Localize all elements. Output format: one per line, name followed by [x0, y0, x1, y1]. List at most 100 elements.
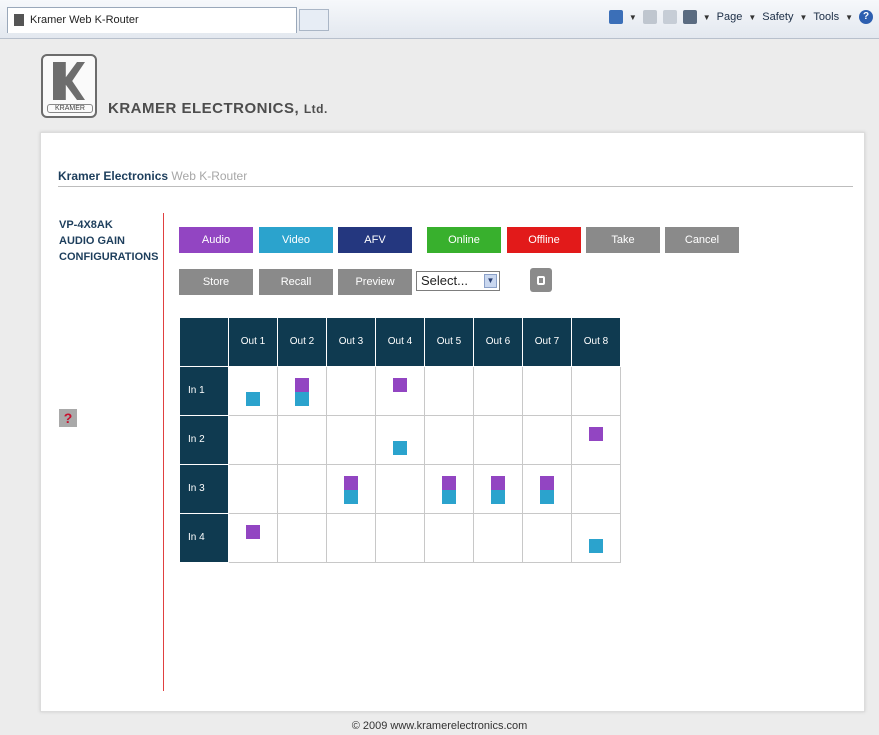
matrix-in-header: In 2: [179, 415, 229, 465]
matrix-cell[interactable]: [473, 464, 523, 514]
preset-select[interactable]: Select... ▼: [416, 271, 500, 291]
new-tab-button[interactable]: [299, 9, 329, 31]
matrix-cell[interactable]: [522, 513, 572, 563]
company-title: KRAMER ELECTRONICS,: [108, 100, 300, 117]
matrix-cell[interactable]: [424, 415, 474, 465]
print-icon[interactable]: [682, 10, 697, 24]
matrix-cell[interactable]: [473, 415, 523, 465]
breadcrumb-divider: [58, 186, 853, 187]
matrix-cell[interactable]: [571, 464, 621, 514]
video-route-marker: [344, 490, 358, 504]
chevron-down-icon[interactable]: ▼: [484, 274, 497, 288]
matrix-cell[interactable]: [277, 513, 327, 563]
audio-route-marker: [540, 476, 554, 490]
matrix-out-header: Out 7: [522, 317, 572, 367]
matrix-cell[interactable]: [375, 513, 425, 563]
matrix-cell[interactable]: [424, 513, 474, 563]
footer-copyright: © 2009 www.kramerelectronics.com: [351, 720, 528, 732]
audio-route-marker: [344, 476, 358, 490]
video-route-marker: [295, 392, 309, 406]
matrix-cell[interactable]: [571, 366, 621, 416]
help-icon[interactable]: ?: [859, 10, 873, 24]
matrix-cell[interactable]: [473, 513, 523, 563]
matrix-cell[interactable]: [522, 415, 572, 465]
matrix-cell[interactable]: [326, 415, 376, 465]
video-route-marker: [246, 392, 260, 406]
matrix-cell[interactable]: [375, 464, 425, 514]
matrix-out-header: Out 4: [375, 317, 425, 367]
kramer-favicon-icon: [14, 14, 24, 26]
feed-icon[interactable]: [642, 10, 657, 24]
sidebar: VP-4X8AK AUDIO GAIN CONFIGURATIONS: [59, 217, 158, 265]
chevron-down-icon[interactable]: ▼: [629, 13, 637, 22]
matrix-cell[interactable]: [277, 464, 327, 514]
matrix-in-header: In 3: [179, 464, 229, 514]
chevron-down-icon[interactable]: ▼: [703, 13, 711, 22]
matrix-in-header: In 4: [179, 513, 229, 563]
matrix-cell[interactable]: [326, 366, 376, 416]
routing-matrix: Out 1 Out 2 Out 3 Out 4 Out 5 Out 6 Out …: [179, 317, 621, 563]
online-button[interactable]: Online: [427, 227, 501, 253]
breadcrumb-primary: Kramer Electronics: [58, 169, 169, 183]
afv-button[interactable]: AFV: [338, 227, 412, 253]
tools-menu[interactable]: Tools: [813, 11, 839, 23]
logo-text: KRAMER: [47, 104, 93, 113]
safety-menu[interactable]: Safety: [762, 11, 793, 23]
preview-button[interactable]: Preview: [338, 269, 412, 295]
matrix-cell[interactable]: [326, 464, 376, 514]
matrix-cell[interactable]: [228, 513, 278, 563]
recall-button[interactable]: Recall: [259, 269, 333, 295]
video-route-marker: [491, 490, 505, 504]
matrix-out-header: Out 2: [277, 317, 327, 367]
matrix-cell[interactable]: [571, 415, 621, 465]
chevron-down-icon[interactable]: ▼: [845, 13, 853, 22]
matrix-cell[interactable]: [228, 415, 278, 465]
tab-title: Kramer Web K-Router: [30, 14, 139, 26]
sidebar-divider: [163, 213, 164, 691]
chevron-down-icon[interactable]: ▼: [799, 13, 807, 22]
matrix-cell[interactable]: [228, 464, 278, 514]
audio-route-marker: [442, 476, 456, 490]
matrix-cell[interactable]: [571, 513, 621, 563]
audio-route-marker: [393, 378, 407, 392]
logo-k-icon: [53, 62, 85, 100]
matrix-cell[interactable]: [522, 464, 572, 514]
breadcrumb: Kramer Electronics Web K-Router: [58, 169, 247, 183]
help-button[interactable]: ?: [59, 409, 77, 427]
home-icon[interactable]: [608, 10, 623, 24]
sidebar-item-audio-gain[interactable]: AUDIO GAIN: [59, 233, 158, 249]
matrix-cell[interactable]: [375, 415, 425, 465]
offline-button[interactable]: Offline: [507, 227, 581, 253]
lock-icon[interactable]: [530, 268, 552, 292]
matrix-out-header: Out 8: [571, 317, 621, 367]
matrix-cell[interactable]: [424, 366, 474, 416]
matrix-cell[interactable]: [522, 366, 572, 416]
preset-select-value: Select...: [421, 273, 468, 288]
store-button[interactable]: Store: [179, 269, 253, 295]
chevron-down-icon[interactable]: ▼: [748, 13, 756, 22]
matrix-cell[interactable]: [228, 366, 278, 416]
video-button[interactable]: Video: [259, 227, 333, 253]
audio-route-marker: [491, 476, 505, 490]
matrix-cell[interactable]: [277, 415, 327, 465]
matrix-cell[interactable]: [375, 366, 425, 416]
matrix-out-header: Out 5: [424, 317, 474, 367]
audio-route-marker: [246, 525, 260, 539]
cancel-button[interactable]: Cancel: [665, 227, 739, 253]
company-name: KRAMER ELECTRONICS, Ltd.: [108, 100, 328, 117]
sidebar-item-device[interactable]: VP-4X8AK: [59, 217, 158, 233]
mail-icon[interactable]: [662, 10, 677, 24]
take-button[interactable]: Take: [586, 227, 660, 253]
matrix-out-header: Out 1: [228, 317, 278, 367]
audio-button[interactable]: Audio: [179, 227, 253, 253]
matrix-cell[interactable]: [424, 464, 474, 514]
video-route-marker: [393, 441, 407, 455]
matrix-cell[interactable]: [277, 366, 327, 416]
browser-tab[interactable]: Kramer Web K-Router: [7, 7, 297, 33]
page-menu[interactable]: Page: [717, 11, 743, 23]
matrix-cell[interactable]: [326, 513, 376, 563]
sidebar-item-configurations[interactable]: CONFIGURATIONS: [59, 249, 158, 265]
kramer-logo: KRAMER: [41, 54, 97, 118]
video-route-marker: [442, 490, 456, 504]
matrix-cell[interactable]: [473, 366, 523, 416]
